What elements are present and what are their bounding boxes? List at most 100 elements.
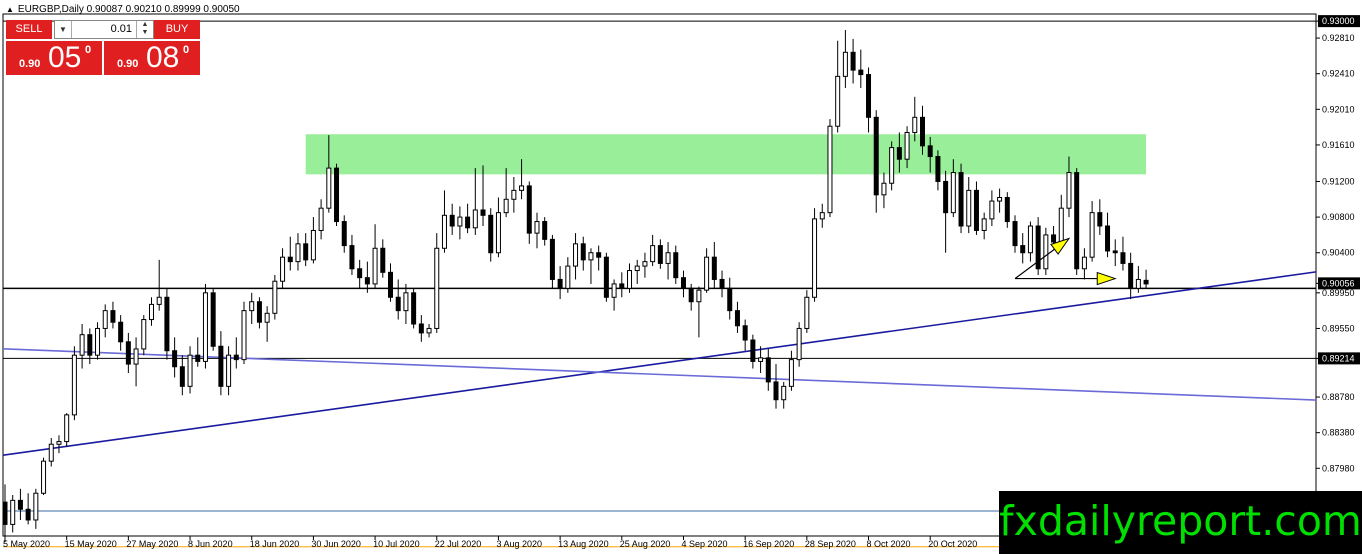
bearish-candle-body — [110, 310, 116, 323]
bullish-candle-body — [904, 131, 910, 160]
bullish-candle-body — [503, 198, 509, 214]
x-tick-label: 4 Sep 2020 — [681, 539, 727, 549]
candle — [842, 30, 848, 88]
bullish-candle-body — [650, 245, 656, 263]
lot-dropdown-icon[interactable]: ▼ — [55, 21, 72, 38]
bearish-candle-body — [195, 354, 201, 362]
candle — [218, 331, 224, 396]
candle — [642, 252, 648, 278]
bullish-candle-body — [842, 51, 848, 77]
lot-spinner-icon[interactable]: ▲ ▼ — [136, 21, 153, 38]
lot-size-value[interactable]: 0.01 — [73, 21, 135, 38]
x-tick-label: 27 May 2020 — [126, 539, 178, 549]
candle — [141, 315, 147, 356]
candle — [187, 346, 193, 394]
bullish-candle-body — [156, 296, 162, 305]
bullish-candle-body — [148, 303, 154, 321]
candle — [48, 438, 54, 467]
bearish-candle-body — [1051, 234, 1057, 243]
bullish-candle-body — [1089, 212, 1095, 258]
bullish-candle-body — [10, 499, 16, 525]
candle — [534, 212, 540, 249]
bearish-candle-body — [1143, 279, 1149, 285]
candle — [334, 163, 340, 227]
candle — [280, 248, 286, 289]
candle — [526, 181, 532, 244]
candle — [796, 322, 802, 367]
bullish-candle-body — [495, 212, 501, 254]
candle — [172, 337, 178, 378]
candle — [349, 234, 355, 275]
bearish-candle-body — [380, 247, 386, 273]
candle — [650, 234, 656, 267]
bullish-candle-body — [835, 75, 841, 127]
candle — [210, 288, 216, 351]
bearish-candle-body — [973, 189, 979, 231]
candle — [557, 266, 563, 300]
candle — [1089, 201, 1095, 262]
bullish-candle-body — [133, 348, 139, 365]
sell-price-button[interactable]: 0.90 05 0 — [6, 41, 102, 75]
candle — [318, 199, 324, 240]
bullish-candle-body — [642, 261, 648, 267]
candle — [125, 332, 131, 373]
candle — [1004, 192, 1010, 228]
candle — [565, 257, 571, 293]
bullish-candle-body — [696, 289, 702, 303]
bullish-candle-body — [781, 385, 787, 401]
candle — [303, 233, 309, 267]
buy-price-button[interactable]: 0.90 08 0 — [104, 41, 200, 75]
x-tick-label: 3 Aug 2020 — [496, 539, 542, 549]
candle — [1135, 266, 1141, 293]
bearish-candle-body — [287, 256, 293, 263]
candle — [403, 283, 409, 324]
buy-button[interactable]: BUY — [154, 20, 200, 39]
sell-button[interactable]: SELL — [6, 20, 52, 39]
bullish-candle-body — [588, 252, 594, 261]
candle — [742, 319, 748, 351]
buy-price-fraction: 0 — [183, 44, 190, 56]
bearish-candle-body — [958, 172, 964, 227]
bearish-candle-body — [480, 209, 486, 216]
candle — [673, 245, 679, 284]
bearish-candle-body — [688, 287, 694, 303]
candle — [781, 381, 787, 409]
candle — [148, 297, 154, 326]
bearish-candle-body — [765, 357, 771, 383]
bearish-candle-body — [1004, 197, 1010, 223]
bullish-candle-body — [534, 221, 540, 234]
bullish-candle-body — [472, 209, 478, 229]
lot-size-input[interactable]: ▼ 0.01 ▲ ▼ — [54, 20, 154, 39]
bullish-candle-body — [326, 167, 332, 209]
bullish-candle-body — [403, 292, 409, 312]
candle — [611, 279, 617, 311]
candle — [2, 484, 8, 543]
one-click-trading-panel: SELL ▼ 0.01 ▲ ▼ BUY 0.90 05 0 0.90 08 0 — [6, 20, 200, 75]
x-tick-label: 8 Oct 2020 — [867, 539, 911, 549]
candle — [449, 203, 455, 235]
chart-title-bar: ▲ EURGBP,Daily 0.90087 0.90210 0.89999 0.… — [6, 4, 240, 15]
collapse-triangle-icon[interactable]: ▲ — [6, 5, 14, 14]
bearish-candle-body — [580, 243, 586, 261]
y-tick-label: 0.91200 — [1322, 176, 1355, 186]
bearish-candle-body — [673, 252, 679, 279]
price-label-text: 0.93000 — [1322, 16, 1355, 26]
candle — [1035, 217, 1041, 275]
bullish-candle-body — [48, 443, 54, 462]
bearish-candle-body — [657, 245, 663, 264]
bearish-candle-body — [943, 180, 949, 214]
bullish-candle-body — [758, 357, 764, 362]
bearish-candle-body — [858, 69, 864, 76]
candle — [164, 288, 170, 360]
candle — [596, 245, 602, 271]
bullish-candle-body — [426, 327, 432, 334]
bearish-candle-body — [395, 296, 401, 312]
candle — [997, 188, 1003, 213]
price-chart[interactable]: 0.93000 0.92810 0.92410 0.92010 0.91610 0.912… — [0, 0, 1362, 554]
bearish-candle-body — [526, 185, 532, 234]
x-tick-label: 8 Jun 2020 — [188, 539, 233, 549]
bullish-candle-body — [511, 189, 517, 200]
candle — [56, 435, 62, 454]
candle — [549, 234, 555, 289]
bearish-candle-body — [773, 381, 779, 401]
